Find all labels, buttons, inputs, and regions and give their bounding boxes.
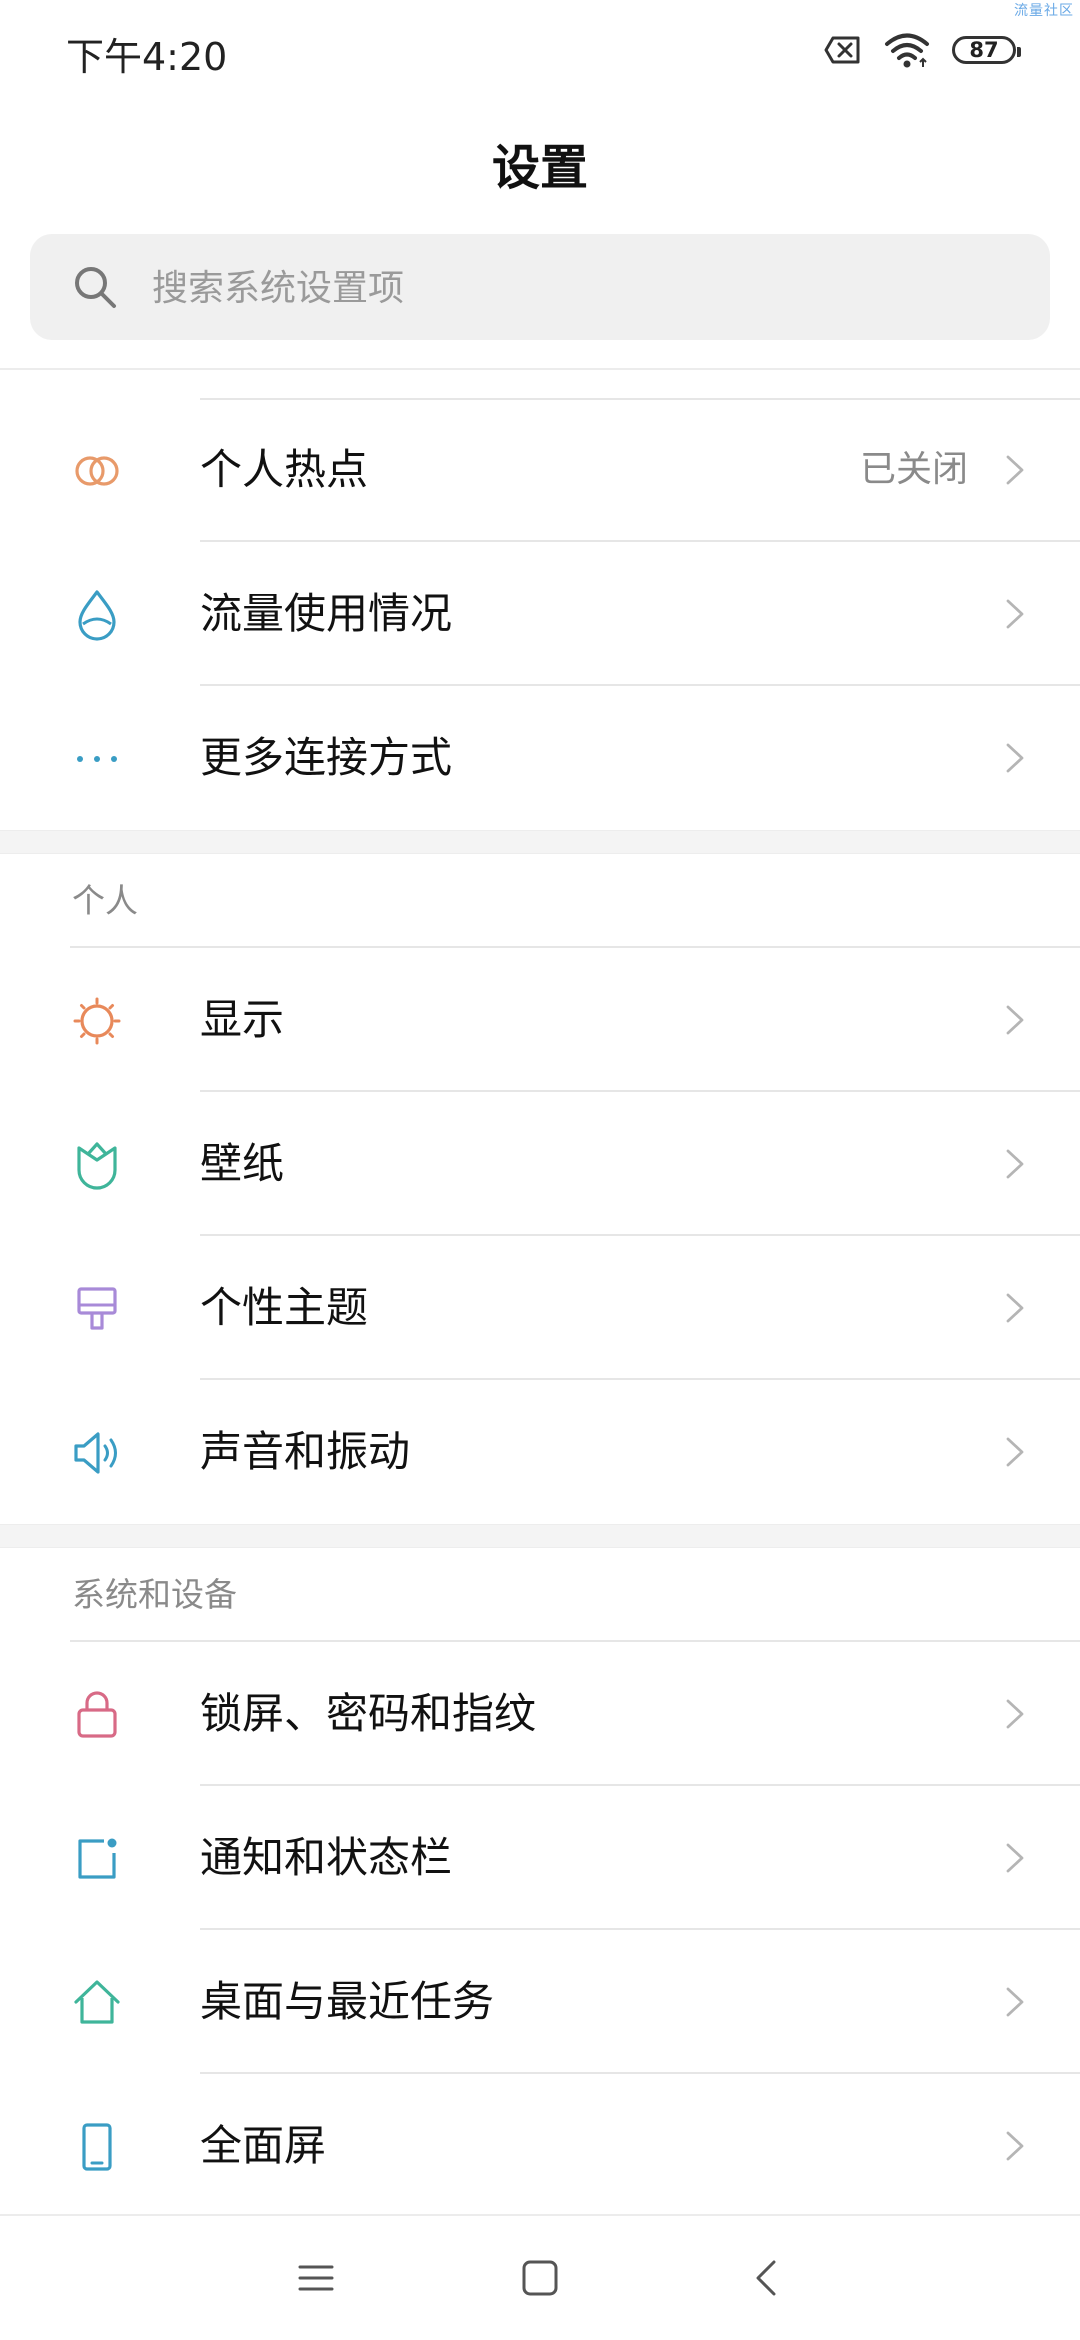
settings-item-label: 桌面与最近任务	[200, 1977, 495, 2026]
settings-item-theme[interactable]: 个性主题	[0, 1236, 1080, 1380]
section-header-personal: 个人	[0, 854, 1080, 948]
search-input[interactable]	[150, 234, 1014, 342]
battery-icon: 87	[952, 36, 1021, 64]
navigation-bar	[0, 2214, 1080, 2340]
settings-item-fullscreen[interactable]: 全面屏	[0, 2074, 1080, 2218]
chevron-right-icon	[1006, 1293, 1024, 1323]
chevron-right-icon	[1006, 1437, 1024, 1467]
settings-item-data-usage[interactable]: 流量使用情况	[0, 542, 1080, 686]
data-usage-icon	[78, 590, 116, 641]
sim-x-icon	[824, 36, 860, 64]
chevron-right-icon	[1006, 1149, 1024, 1179]
hotspot-icon	[75, 456, 119, 486]
section-gap	[0, 1524, 1080, 1548]
chevron-right-icon	[1006, 743, 1024, 773]
settings-item-label: 声音和振动	[200, 1427, 411, 1476]
settings-item-label: 流量使用情况	[200, 589, 453, 638]
theme-icon	[77, 1287, 117, 1330]
settings-list: 个人热点 已关闭 流量使用情况 更多连接方式 个人 显示 壁纸 个性主题 声音和…	[0, 398, 1080, 2218]
settings-item-label: 壁纸	[200, 1139, 285, 1188]
settings-item-label: 全面屏	[200, 2121, 327, 2170]
notification-icon	[78, 1838, 117, 1879]
settings-item-lock-screen[interactable]: 锁屏、密码和指纹	[0, 1642, 1080, 1786]
display-icon	[73, 997, 121, 1045]
settings-item-notifications[interactable]: 通知和状态栏	[0, 1786, 1080, 1930]
settings-item-label: 个性主题	[200, 1283, 369, 1332]
sound-icon	[74, 1432, 117, 1474]
home-icon	[74, 1980, 120, 2024]
status-icons: 87	[824, 30, 1021, 70]
settings-item-label: 通知和状态栏	[200, 1833, 453, 1882]
settings-item-home-screen[interactable]: 桌面与最近任务	[0, 1930, 1080, 2074]
status-bar: 下午4:20 87	[0, 0, 1080, 100]
lock-icon	[77, 1691, 117, 1738]
chevron-right-icon	[1006, 1699, 1024, 1729]
chevron-right-icon	[1006, 1843, 1024, 1873]
settings-item-hotspot[interactable]: 个人热点 已关闭	[0, 398, 1080, 542]
settings-item-display[interactable]: 显示	[0, 948, 1080, 1092]
home-button-icon[interactable]	[514, 2252, 566, 2304]
chevron-right-icon	[1006, 2131, 1024, 2161]
more-connections-icon	[77, 756, 117, 762]
chevron-right-icon	[1006, 455, 1024, 485]
battery-level: 87	[969, 38, 999, 62]
menu-icon[interactable]	[290, 2252, 342, 2304]
settings-item-wallpaper[interactable]: 壁纸	[0, 1092, 1080, 1236]
section-gap	[0, 830, 1080, 854]
settings-item-label: 更多连接方式	[200, 733, 453, 782]
status-time: 下午4:20	[66, 35, 228, 79]
section-header-system: 系统和设备	[0, 1548, 1080, 1642]
page-title: 设置	[491, 140, 588, 196]
search-icon	[75, 267, 116, 308]
settings-item-label: 显示	[200, 995, 285, 1044]
section-header-label: 个人	[72, 881, 138, 920]
settings-item-label: 个人热点	[200, 445, 369, 494]
wifi-icon	[885, 33, 929, 68]
settings-item-value: 已关闭	[859, 449, 968, 490]
settings-item-more-connections[interactable]: 更多连接方式	[0, 686, 1080, 830]
section-header-label: 系统和设备	[72, 1575, 237, 1614]
search-divider	[0, 368, 1080, 370]
chevron-right-icon	[1006, 1987, 1024, 2017]
wallpaper-icon	[77, 1142, 117, 1190]
back-icon[interactable]	[742, 2252, 794, 2304]
chevron-right-icon	[1006, 1005, 1024, 1035]
search-box[interactable]	[30, 234, 1050, 342]
settings-item-sound[interactable]: 声音和振动	[0, 1380, 1080, 1524]
settings-item-label: 锁屏、密码和指纹	[200, 1689, 537, 1738]
fullscreen-icon	[82, 2123, 112, 2171]
chevron-right-icon	[1006, 599, 1024, 629]
